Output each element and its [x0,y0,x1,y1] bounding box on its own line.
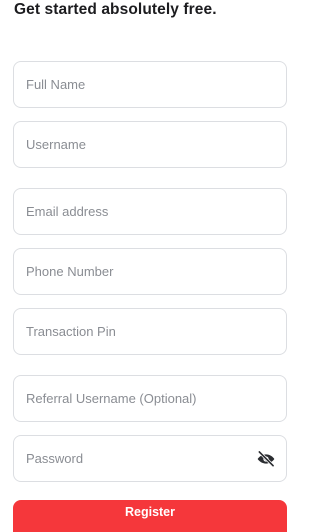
eye-off-icon[interactable] [255,448,277,470]
transaction-pin-field [13,308,287,355]
password-input[interactable] [14,436,286,481]
username-input[interactable] [14,122,286,167]
full-name-input[interactable] [14,62,286,107]
page-title: Get started absolutely free. [14,1,217,18]
phone-field [13,248,287,295]
transaction-pin-input[interactable] [14,309,286,354]
referral-username-field [13,375,287,422]
password-field [13,435,287,482]
full-name-field [13,61,287,108]
phone-input[interactable] [14,249,286,294]
referral-username-input[interactable] [14,376,286,421]
register-button[interactable]: Register [13,500,287,532]
email-input[interactable] [14,189,286,234]
registration-page: Get started absolutely free. Full Name U… [0,0,300,532]
username-field [13,121,287,168]
email-field [13,188,287,235]
